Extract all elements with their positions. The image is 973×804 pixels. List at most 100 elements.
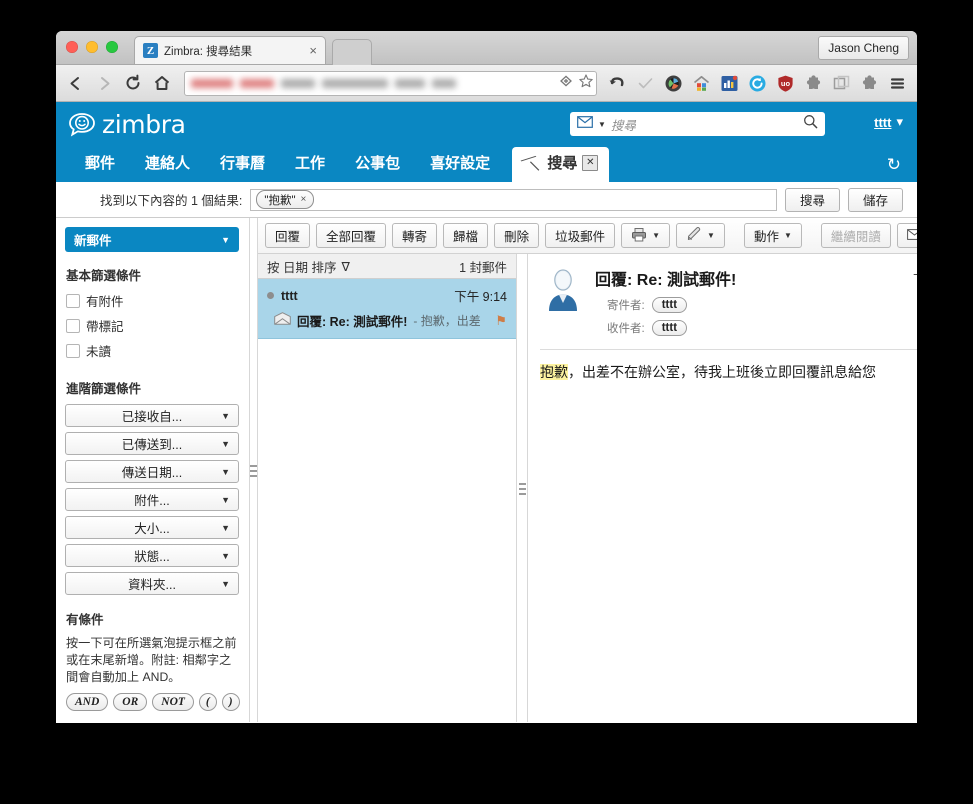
message-row-top: tttt 下午 9:14	[267, 286, 507, 305]
user-menu[interactable]: tttt ▾	[874, 114, 903, 130]
remove-search-term-icon[interactable]: ×	[301, 194, 307, 205]
window-controls	[66, 41, 118, 53]
reply-all-button[interactable]: 全部回覆	[316, 223, 387, 248]
checkbox-icon[interactable]	[66, 318, 80, 333]
filter-unread[interactable]: 未讀	[66, 341, 239, 360]
forward-button[interactable]: 轉寄	[392, 223, 438, 248]
splitter-grip[interactable]	[518, 483, 526, 495]
home-icon[interactable]	[153, 74, 171, 92]
filter-sent-date[interactable]: 傳送日期... ▼	[65, 460, 239, 483]
results-label: 找到以下內容的 1 個結果:	[100, 194, 243, 208]
message-count: 1 封郵件	[459, 260, 507, 275]
reply-button[interactable]: 回覆	[265, 223, 311, 248]
new-mail-button-label: 新郵件	[74, 234, 112, 248]
operator-and-button[interactable]: AND	[66, 693, 109, 711]
splitter-grip[interactable]	[250, 465, 257, 477]
search-button[interactable]: 搜尋	[784, 187, 840, 212]
windows-icon[interactable]	[832, 74, 851, 93]
envelope-icon	[906, 228, 917, 243]
filter-received-from[interactable]: 已接收自... ▼	[65, 404, 239, 427]
back-icon[interactable]	[66, 74, 84, 92]
actions-button[interactable]: 動作 ▼	[743, 223, 802, 248]
sort-control[interactable]: 按 日期 排序 ∇	[267, 257, 350, 276]
nav-tab-calendar[interactable]: 行事曆	[205, 152, 280, 182]
sync-icon[interactable]	[748, 74, 767, 93]
house-apps-icon[interactable]	[692, 74, 711, 93]
operator-or-button[interactable]: OR	[113, 693, 148, 711]
filter-sent-to[interactable]: 已傳送到... ▼	[65, 432, 239, 455]
reload-icon[interactable]	[124, 74, 142, 92]
list-splitter[interactable]	[516, 254, 528, 723]
view-button[interactable]: 檢視 ▼	[896, 223, 917, 248]
filter-size[interactable]: 大小... ▼	[65, 516, 239, 539]
continue-reading-button[interactable]: 繼續閱讀	[820, 223, 891, 248]
menu-icon[interactable]	[888, 74, 907, 93]
save-search-button[interactable]: 儲存	[847, 187, 903, 212]
from-chip[interactable]: tttt	[651, 297, 688, 313]
tag-button[interactable]: ▼	[676, 223, 725, 248]
puzzle2-icon[interactable]	[860, 74, 879, 93]
print-button[interactable]: ▼	[621, 223, 671, 248]
nav-tab-contacts[interactable]: 連絡人	[130, 152, 205, 182]
delete-button[interactable]: 刪除	[494, 223, 540, 248]
url-bar[interactable]	[184, 70, 597, 96]
spam-button[interactable]: 垃圾郵件	[545, 223, 616, 248]
to-chip[interactable]: tttt	[651, 320, 688, 336]
search-query-input[interactable]: "抱歉" ×	[250, 188, 777, 211]
search-term-chip[interactable]: "抱歉" ×	[256, 190, 315, 209]
nav-tab-briefcase[interactable]: 公事包	[340, 152, 415, 182]
search-input[interactable]: 搜尋	[611, 115, 798, 134]
checkbox-icon[interactable]	[66, 293, 80, 308]
minimize-window-button[interactable]	[86, 41, 98, 53]
chevron-down-icon: ▼	[221, 234, 230, 245]
search-filters-sidebar: 新郵件 ▼ 基本篩選條件 有附件 帶標記 未讀 進階篩選條件 已接收自... ▼…	[56, 218, 249, 723]
close-window-button[interactable]	[66, 41, 78, 53]
operator-close-paren-button[interactable]: )	[221, 693, 240, 711]
close-search-tab-icon[interactable]: ✕	[582, 154, 599, 171]
pin-icon[interactable]: ╱—	[521, 151, 545, 175]
sidebar-splitter[interactable]	[249, 218, 258, 723]
puzzle-icon[interactable]	[804, 74, 823, 93]
new-mail-button[interactable]: 新郵件 ▼	[65, 227, 239, 252]
to-label: 收件者:	[607, 323, 645, 335]
filter-has-attachment[interactable]: 有附件	[66, 291, 239, 310]
search-scope-mail-icon[interactable]	[577, 115, 593, 133]
message-list-row[interactable]: tttt 下午 9:14 回覆: Re: 測試郵件! - 抱歉，出差 ⚑	[258, 279, 516, 339]
nav-tab-mail[interactable]: 郵件	[70, 152, 130, 182]
account-button[interactable]: Jason Cheng	[818, 36, 909, 60]
undo-icon[interactable]	[608, 74, 627, 93]
operator-open-paren-button[interactable]: (	[198, 693, 217, 711]
checkmark-icon[interactable]	[636, 74, 655, 93]
zimbra-search-box[interactable]: ▼ 搜尋	[570, 112, 825, 136]
chart-icon[interactable]	[720, 74, 739, 93]
close-tab-icon[interactable]: ×	[309, 43, 317, 58]
ublock-icon[interactable]: uo	[776, 74, 795, 93]
zimbra-app: zimbra ▼ 搜尋 tttt ▾ 郵件 連絡人 行事曆 工作 公事包 喜好設…	[56, 102, 917, 723]
refresh-icon[interactable]: ↻	[887, 155, 901, 175]
filter-flagged[interactable]: 帶標記	[66, 316, 239, 335]
filter-status[interactable]: 狀態... ▼	[65, 544, 239, 567]
filter-folder[interactable]: 資料夾... ▼	[65, 572, 239, 595]
filter-label: 資料夾...	[128, 578, 176, 592]
camera-icon[interactable]	[664, 74, 683, 93]
bookmark-star-icon[interactable]	[578, 73, 594, 94]
nav-tab-search-label: 搜尋	[547, 155, 578, 172]
browser-tab[interactable]: Z Zimbra: 搜尋結果 ×	[134, 36, 326, 64]
chevron-down-icon: ▾	[896, 114, 903, 129]
zimbra-favicon-icon: Z	[143, 43, 158, 58]
checkbox-icon[interactable]	[66, 343, 80, 358]
new-tab-button[interactable]	[332, 39, 372, 65]
filter-attachment[interactable]: 附件... ▼	[65, 488, 239, 511]
maximize-window-button[interactable]	[106, 41, 118, 53]
search-scope-caret-icon[interactable]: ▼	[598, 120, 606, 129]
shield-icon[interactable]	[558, 73, 574, 94]
flag-icon[interactable]: ⚑	[495, 313, 507, 329]
nav-tab-search[interactable]: ╱— 搜尋 ✕	[512, 147, 610, 182]
nav-tab-preferences[interactable]: 喜好設定	[415, 152, 505, 182]
archive-button[interactable]: 歸檔	[443, 223, 489, 248]
opened-envelope-icon	[274, 311, 291, 330]
nav-tab-tasks[interactable]: 工作	[280, 152, 340, 182]
operator-not-button[interactable]: NOT	[152, 693, 194, 711]
unread-dot-icon	[267, 292, 274, 299]
search-icon[interactable]	[803, 114, 818, 134]
